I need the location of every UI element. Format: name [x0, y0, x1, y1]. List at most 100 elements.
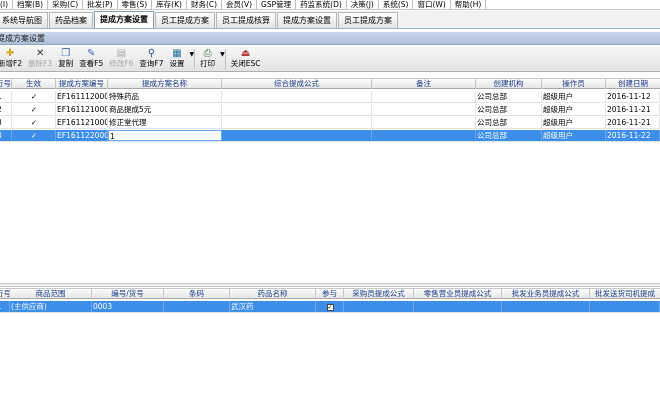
operator-cell[interactable]: 超级用户	[542, 130, 606, 141]
print-button[interactable]: ⎙ 打印	[198, 46, 217, 69]
col-header-drug-name[interactable]: 药品名称	[230, 289, 316, 299]
close-button[interactable]: ⏏ 关闭ESC	[229, 46, 263, 69]
tab-4[interactable]: 员工提成方案	[155, 12, 215, 28]
menu-item[interactable]: GSP管理	[257, 0, 297, 9]
checkbox-icon[interactable]: ✓	[326, 303, 334, 311]
settings-dropdown-icon[interactable]: ▼	[188, 46, 194, 58]
col-header-participate[interactable]: 参与	[316, 289, 344, 299]
note-cell[interactable]	[372, 91, 476, 102]
date-cell[interactable]: 2016-11-22	[606, 130, 660, 141]
table-row[interactable]: 1✓EF1611120001特殊药品 公司总部超级用户2016-11-12	[0, 91, 660, 103]
operator-cell[interactable]: 超级用户	[542, 117, 606, 128]
formula-cell[interactable]	[222, 104, 372, 115]
date-cell[interactable]: 2016-11-21	[606, 117, 660, 128]
col-header-note[interactable]: 备注	[372, 79, 476, 89]
tab-5[interactable]: 员工提成核算	[216, 12, 276, 28]
scheme-name-cell[interactable]: 1	[108, 130, 222, 141]
active-cell[interactable]: ✓	[12, 117, 56, 128]
active-cell[interactable]: ✓	[12, 104, 56, 115]
tab-3[interactable]: 提成方案设置	[94, 11, 154, 28]
scheme-code-cell[interactable]: EF1611210002	[56, 117, 108, 128]
item-code-cell[interactable]: 0003	[92, 301, 164, 312]
menu-item[interactable]: 采购(C)	[48, 0, 84, 9]
table-row[interactable]: 1(主供应商)0003 武汉药 ✓	[0, 301, 660, 313]
date-cell[interactable]: 2016-11-12	[606, 91, 660, 102]
scheme-name-cell[interactable]: 商品提成5元	[108, 104, 222, 115]
retail-formula-cell[interactable]	[414, 301, 502, 312]
menu-item[interactable]: 帮助(H)	[451, 0, 487, 9]
menu-item[interactable]: 零售(S)	[118, 0, 153, 9]
note-cell[interactable]	[372, 130, 476, 141]
active-cell[interactable]: ✓	[12, 130, 56, 141]
row-number[interactable]: 4	[0, 130, 12, 141]
col-header-purchase-formula[interactable]: 采购员提成公式	[344, 289, 414, 299]
col-header-active[interactable]: 生效	[12, 79, 56, 89]
menu-item[interactable]: 窗口(W)	[413, 0, 451, 9]
col-header-row-number[interactable]: 行号	[0, 79, 12, 89]
scheme-code-cell[interactable]: EF1611120001	[56, 91, 108, 102]
date-cell[interactable]: 2016-11-21	[606, 104, 660, 115]
org-cell[interactable]: 公司总部	[476, 91, 542, 102]
participate-checkbox[interactable]: ✓	[316, 301, 344, 312]
menu-item[interactable]: 库存(K)	[152, 0, 187, 9]
barcode-cell[interactable]	[164, 301, 230, 312]
print-dropdown-icon[interactable]: ▼	[219, 46, 225, 58]
scheme-code-cell[interactable]: EF1611220001	[56, 130, 108, 141]
col-header-scope[interactable]: 商品范围	[10, 289, 92, 299]
col-header-row-number[interactable]: 行号	[0, 289, 10, 299]
col-header-wholesale-formula[interactable]: 批发业务员提成公式	[502, 289, 590, 299]
table-row[interactable]: 4✓EF16112200011 公司总部超级用户2016-11-22	[0, 130, 660, 142]
formula-cell[interactable]	[222, 117, 372, 128]
operator-cell[interactable]: 超级用户	[542, 104, 606, 115]
note-cell[interactable]	[372, 117, 476, 128]
col-header-retail-formula[interactable]: 零售营业员提成公式	[414, 289, 502, 299]
scope-cell[interactable]: (主供应商)	[10, 301, 92, 312]
modify-button[interactable]: ▤ 修改F6	[107, 46, 135, 69]
table-row[interactable]: 2✓EF1611210001商品提成5元 公司总部超级用户2016-11-21	[0, 104, 660, 116]
row-number[interactable]: 1	[0, 301, 10, 312]
view-button[interactable]: ✎ 查看F5	[77, 46, 105, 69]
menu-item[interactable]: 系统(S)	[379, 0, 414, 9]
menu-item[interactable]: 会员(V)	[222, 0, 258, 9]
tab-6[interactable]: 提成方案设置	[277, 12, 337, 28]
menu-item[interactable]: 档案(B)	[13, 0, 49, 9]
col-header-scheme-name[interactable]: 提成方案名称	[108, 79, 222, 89]
formula-cell[interactable]	[222, 91, 372, 102]
copy-button[interactable]: ❐ 复制	[56, 46, 75, 69]
row-number[interactable]: 2	[0, 104, 12, 115]
col-header-scheme-code[interactable]: 提成方案编号	[56, 79, 108, 89]
note-cell[interactable]	[372, 104, 476, 115]
col-header-formula[interactable]: 综合提成公式	[222, 79, 372, 89]
org-cell[interactable]: 公司总部	[476, 104, 542, 115]
row-number[interactable]: 3	[0, 117, 12, 128]
active-cell[interactable]: ✓	[12, 91, 56, 102]
table-row[interactable]: 3✓EF1611210002修正堂代理 公司总部超级用户2016-11-21	[0, 117, 660, 129]
col-header-org[interactable]: 创建机构	[476, 79, 542, 89]
menu-item[interactable]: 财务(C)	[187, 0, 223, 9]
scheme-name-cell[interactable]: 修正堂代理	[108, 117, 222, 128]
org-cell[interactable]: 公司总部	[476, 130, 542, 141]
org-cell[interactable]: 公司总部	[476, 117, 542, 128]
tab-7[interactable]: 员工提成方案	[338, 12, 398, 28]
tab-1[interactable]: 系统导航图	[0, 12, 48, 28]
menu-item[interactable]: (I)	[0, 0, 14, 9]
menu-item[interactable]: 决策(J)	[347, 0, 379, 9]
settings-button[interactable]: ▦ 设置	[167, 46, 186, 69]
scheme-code-cell[interactable]: EF1611210001	[56, 104, 108, 115]
col-header-operator[interactable]: 操作员	[542, 79, 606, 89]
delete-button[interactable]: ✕ 删除F3	[26, 46, 54, 69]
tab-2[interactable]: 药品档案	[49, 12, 93, 28]
col-header-driver-formula[interactable]: 批发送货司机提成	[590, 289, 660, 299]
query-button[interactable]: ⚲ 查询F7	[137, 46, 165, 69]
driver-formula-cell[interactable]	[590, 301, 660, 312]
operator-cell[interactable]: 超级用户	[542, 91, 606, 102]
add-button[interactable]: ✚ 新增F2	[0, 46, 24, 69]
row-number[interactable]: 1	[0, 91, 12, 102]
wholesale-formula-cell[interactable]	[502, 301, 590, 312]
menu-item[interactable]: 药监系统(D)	[296, 0, 347, 9]
menu-item[interactable]: 批发(P)	[83, 0, 118, 9]
drug-name-cell[interactable]: 武汉药	[230, 301, 316, 312]
col-header-date[interactable]: 创建日期	[606, 79, 660, 89]
splitter[interactable]	[0, 283, 660, 287]
col-header-barcode[interactable]: 条码	[164, 289, 230, 299]
